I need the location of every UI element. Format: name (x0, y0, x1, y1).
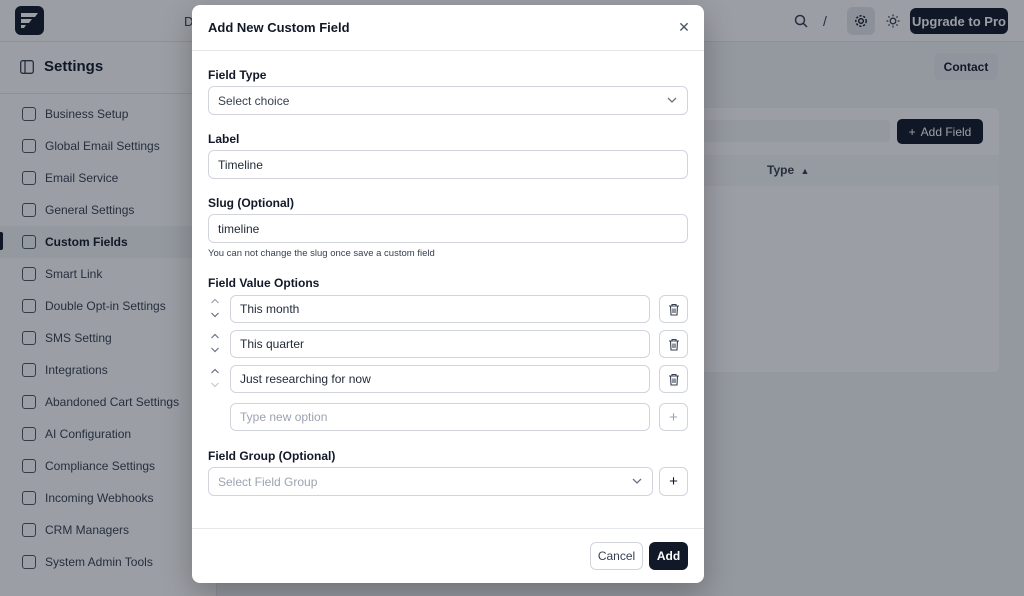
chevron-down-icon (632, 478, 642, 484)
trash-icon (668, 303, 679, 316)
reorder-handle[interactable] (210, 332, 220, 356)
chevron-down-icon (667, 97, 677, 103)
chevron-up-down-icon (211, 368, 219, 388)
label-input[interactable]: Timeline (208, 150, 688, 179)
delete-option-button[interactable] (659, 295, 688, 323)
option-input[interactable]: This quarter (230, 330, 650, 358)
reorder-handle[interactable] (210, 297, 220, 321)
plus-icon: + (669, 408, 678, 426)
delete-option-button[interactable] (659, 365, 688, 393)
modal-title: Add New Custom Field (208, 20, 350, 35)
trash-icon (668, 338, 679, 351)
label-field-label: Label (208, 132, 240, 146)
new-option-placeholder: Type new option (240, 410, 328, 424)
modal-header: Add New Custom Field ✕ (192, 5, 704, 51)
modal-footer: Cancel Add (192, 528, 704, 583)
field-type-label: Field Type (208, 68, 267, 82)
field-group-label: Field Group (Optional) (208, 449, 336, 463)
field-value-options-label: Field Value Options (208, 276, 320, 290)
cancel-button[interactable]: Cancel (590, 542, 643, 570)
option-value: This quarter (240, 337, 305, 351)
chevron-up-down-icon (211, 298, 219, 318)
slug-field-label: Slug (Optional) (208, 196, 294, 210)
add-button[interactable]: Add (649, 542, 688, 570)
add-option-button[interactable]: + (659, 403, 688, 431)
delete-option-button[interactable] (659, 330, 688, 358)
option-value: This month (240, 302, 300, 316)
new-option-input[interactable]: Type new option (230, 403, 650, 431)
add-custom-field-dialog: Add New Custom Field ✕ Field Type Select… (192, 5, 704, 583)
slug-helper-text: You can not change the slug once save a … (208, 248, 435, 259)
field-type-value: Select choice (218, 93, 290, 108)
reorder-handle[interactable] (210, 367, 220, 391)
chevron-up-down-icon (211, 333, 219, 353)
field-group-select[interactable]: Select Field Group (208, 467, 653, 496)
option-input[interactable]: This month (230, 295, 650, 323)
field-type-select[interactable]: Select choice (208, 86, 688, 115)
label-input-value: Timeline (218, 157, 263, 172)
option-input[interactable]: Just researching for now (230, 365, 650, 393)
plus-icon: + (669, 473, 678, 490)
trash-icon (668, 373, 679, 386)
add-field-group-button[interactable]: + (659, 467, 688, 496)
slug-input[interactable]: timeline (208, 214, 688, 243)
slug-input-value: timeline (218, 221, 260, 236)
close-icon[interactable]: ✕ (676, 19, 692, 35)
option-value: Just researching for now (240, 372, 371, 386)
field-group-value: Select Field Group (218, 474, 318, 489)
